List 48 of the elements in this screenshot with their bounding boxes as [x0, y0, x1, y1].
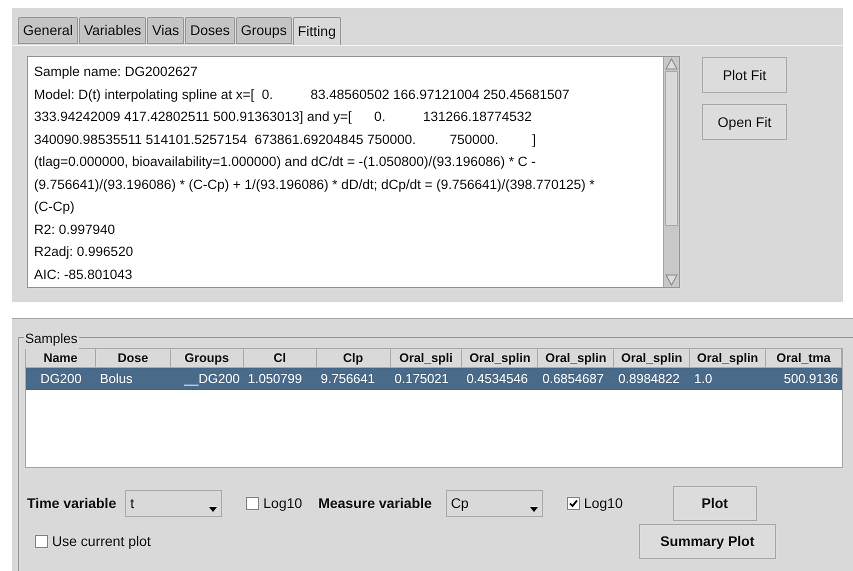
scroll-down-icon: [664, 273, 679, 287]
table-cell-text: 0.8984822: [617, 370, 681, 388]
checkmark-icon: [568, 499, 578, 508]
table-cell-text: Bolus: [98, 370, 134, 388]
table-cell-text: 1.050799: [246, 370, 303, 388]
table-cell-text: __DG200: [183, 370, 241, 388]
dropdown[interactable]: Cp: [446, 490, 543, 517]
table-cell-text: 0.6854687: [541, 370, 605, 388]
output-text-area[interactable]: [27, 56, 680, 288]
scrollbar[interactable]: [663, 57, 679, 287]
checkbox-label: Use current plot: [52, 532, 151, 551]
table-cell-text: DG200: [39, 370, 83, 388]
dropdown-arrow-icon: [530, 507, 538, 512]
output-line: (tlag=0.000000, bioavailability=1.000000) and dC/dt = -(1.050800)/(93.196086) * C -: [34, 153, 537, 171]
tab[interactable]: General: [18, 17, 78, 44]
table-cell-text: 1.0: [693, 370, 714, 388]
checkbox[interactable]: [246, 497, 260, 510]
checkbox-label: Log10: [584, 494, 623, 513]
table-row[interactable]: DG200 Bolus __DG200 1.050799 9.756641 0.175021 0.4534546 0.6854687 0.8984822 1.0 500.9136: [26, 368, 842, 390]
plot-button[interactable]: Plot: [672, 486, 757, 521]
tab[interactable]: Fitting: [292, 17, 341, 45]
measure-variable-label: Measure variable: [318, 494, 432, 513]
output-line: AIC: -85.801043: [34, 266, 134, 284]
checkbox-label: Log10: [263, 494, 302, 513]
tab[interactable]: Vias: [147, 17, 184, 44]
table-cell-text: 0.175021: [394, 370, 450, 388]
table-cell-text: 0.4534546: [465, 370, 529, 388]
tab[interactable]: Variables: [78, 17, 146, 44]
output-line: R2adj: 0.996520: [34, 243, 134, 261]
output-line: 333.94242009 417.42802511 500.91363013] and y=[ 0. 131266.18774532: [34, 108, 533, 126]
checkbox[interactable]: [566, 497, 580, 510]
dropdown-arrow-icon: [209, 507, 218, 512]
output-line: R2: 0.997940: [34, 220, 116, 238]
output-line: 340090.98535511 514101.5257154 673861.69204845 750000. 750000. ]: [34, 130, 537, 149]
time-variable-label: Time variable: [27, 494, 116, 513]
table-cell-text: 9.756641: [320, 370, 376, 388]
fit-button[interactable]: Plot Fit: [702, 57, 787, 93]
tab[interactable]: Groups: [236, 17, 292, 44]
fit-button[interactable]: Open Fit: [702, 104, 787, 140]
output-line: (9.756641)/(93.196086) * (C-Cp) + 1/(93.196086) * dD/dt; dCp/dt = (9.756641)/(398.770125) *: [34, 176, 596, 194]
checkbox[interactable]: [35, 535, 48, 548]
output-line: Sample name: DG2002627: [34, 63, 199, 81]
tab[interactable]: Doses: [185, 17, 235, 44]
output-line: (C-Cp): [34, 198, 76, 216]
summary-plot-button[interactable]: Summary Plot: [638, 524, 776, 559]
output-line: Model: D(t) interpolating spline at x=[ 0. 83.48560502 166.97121004 250.45681507: [34, 86, 571, 104]
dropdown[interactable]: t: [125, 490, 222, 517]
table-cell-text: 500.9136: [782, 370, 839, 388]
